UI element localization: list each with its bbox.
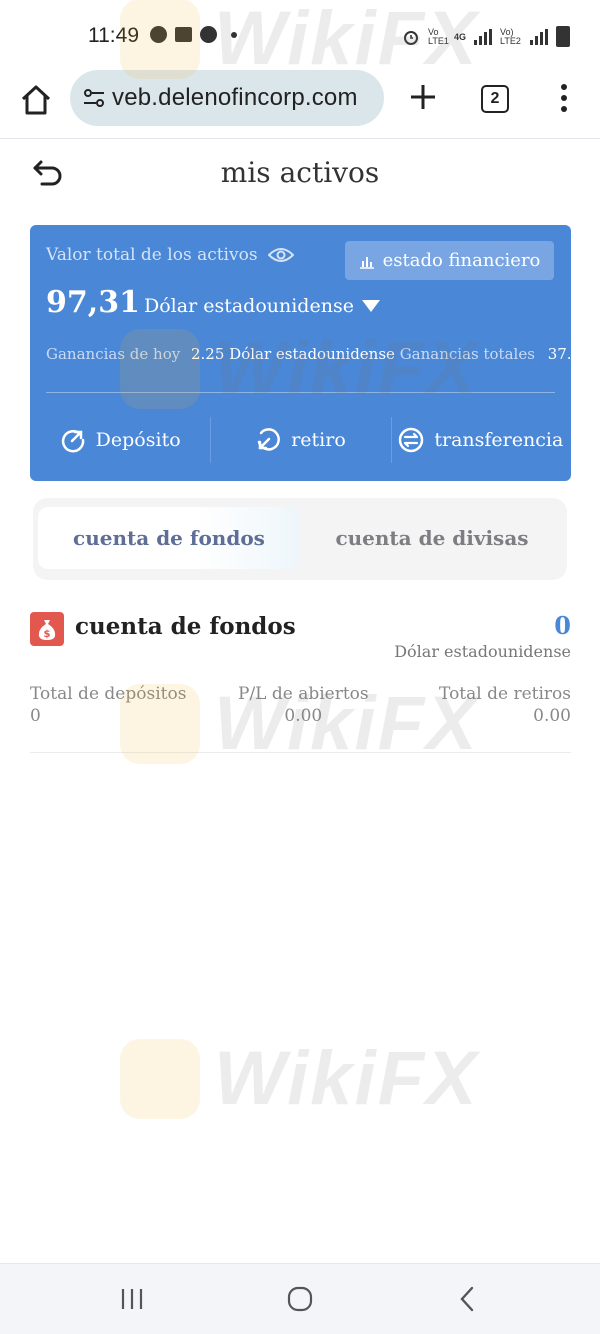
eye-icon[interactable] xyxy=(267,246,294,264)
tab-switcher-button[interactable]: 2 xyxy=(481,85,509,113)
open-pl-stat: P/L de abiertos 0.00 xyxy=(238,684,369,726)
today-gain-label: Ganancias de hoy xyxy=(46,345,181,363)
funds-account-value: 0 xyxy=(554,611,571,640)
stat-label: Total de retiros xyxy=(439,684,571,704)
gains-row: Ganancias de hoy 2.25 Dólar estadouniden… xyxy=(46,345,571,363)
signal-icon xyxy=(530,28,548,45)
watermark-logo xyxy=(120,1038,200,1119)
status-time: 11:49 xyxy=(88,24,139,47)
page-header: mis activos xyxy=(0,140,600,204)
volte-lte1-icon: Vo LTE1 xyxy=(427,26,449,46)
transfer-button[interactable]: transferencia xyxy=(390,415,571,465)
stat-label: Total de depósitos xyxy=(30,684,187,704)
watermark-text: WikiFX xyxy=(214,1036,479,1121)
address-bar[interactable]: veb.delenofincorp.com xyxy=(70,70,384,126)
watermark: WikiFX xyxy=(120,1035,479,1122)
caret-down-icon xyxy=(361,300,380,312)
system-icons: Vo LTE1 4G Vo) LTE2 xyxy=(402,26,570,47)
alarm-icon xyxy=(403,30,418,45)
chrome-icon xyxy=(150,26,167,43)
more-vert-icon[interactable] xyxy=(556,82,572,114)
more-notifications-icon xyxy=(231,31,237,38)
money-bag-icon: $ xyxy=(30,612,64,646)
stat-value: 0 xyxy=(30,706,41,726)
total-assets-label: Valor total de los activos xyxy=(46,245,258,265)
image-icon xyxy=(175,27,192,42)
svg-text:$: $ xyxy=(44,629,51,640)
withdraw-button[interactable]: retiro xyxy=(210,415,390,465)
chrome-icon xyxy=(200,26,217,43)
financial-statement-button[interactable]: estado financiero xyxy=(345,241,554,280)
4g-icon: 4G xyxy=(453,31,466,42)
stat-value: 0.00 xyxy=(284,706,323,726)
deposit-label: Depósito xyxy=(95,429,181,451)
signal-icon xyxy=(474,28,492,45)
total-gain-value: 37.31 xyxy=(547,345,571,363)
deposit-icon xyxy=(61,429,84,453)
transfer-icon xyxy=(399,427,424,453)
account-tabs: cuenta de fondos cuenta de divisas xyxy=(33,498,567,580)
status-bar: 11:49 Vo LTE1 4G Vo) LTE2 xyxy=(0,0,600,70)
withdraw-icon xyxy=(257,428,281,451)
notification-icons xyxy=(150,26,237,43)
today-gain-value: 2.25 Dólar estadounidense xyxy=(191,345,395,363)
card-divider xyxy=(46,392,555,393)
home-icon[interactable] xyxy=(18,82,54,118)
total-gain-label: Ganancias totales xyxy=(399,345,535,363)
system-navigation-bar xyxy=(0,1263,600,1334)
stat-label: P/L de abiertos xyxy=(238,684,369,704)
stat-value: 0.00 xyxy=(533,706,571,726)
financial-statement-label: estado financiero xyxy=(382,250,541,271)
total-deposits-stat: Total de depósitos 0 xyxy=(30,684,186,726)
action-row: Depósito retiro transferencia xyxy=(30,415,571,465)
funds-account-currency: Dólar estadounidense xyxy=(394,642,571,661)
tune-icon[interactable] xyxy=(82,86,106,110)
asset-summary-card: Valor total de los activos estado financ… xyxy=(30,225,571,481)
home-circle-icon[interactable] xyxy=(285,1284,315,1314)
tab-currency-account[interactable]: cuenta de divisas xyxy=(301,507,563,569)
recents-icon[interactable] xyxy=(117,1284,147,1314)
url-text[interactable]: veb.delenofincorp.com xyxy=(112,84,358,112)
back-chevron-icon[interactable] xyxy=(453,1284,483,1314)
funds-account-title: cuenta de fondos xyxy=(75,613,296,640)
plus-icon[interactable] xyxy=(408,82,438,112)
currency-selector[interactable]: Dólar estadounidense xyxy=(144,295,380,317)
section-divider xyxy=(30,752,571,753)
bar-chart-icon xyxy=(359,256,374,269)
browser-toolbar: veb.delenofincorp.com 2 xyxy=(0,70,600,139)
volte-lte2-icon: Vo) LTE2 xyxy=(500,26,521,46)
deposit-button[interactable]: Depósito xyxy=(30,415,210,465)
tab-funds-account[interactable]: cuenta de fondos xyxy=(38,507,300,569)
total-assets-amount: 97,31 xyxy=(46,285,140,320)
page-title: mis activos xyxy=(220,156,380,189)
transfer-label: transferencia xyxy=(434,429,564,451)
currency-label: Dólar estadounidense xyxy=(144,295,354,317)
battery-icon xyxy=(556,26,570,47)
total-assets-label-group: Valor total de los activos xyxy=(46,245,294,265)
total-withdrawals-stat: Total de retiros 0.00 xyxy=(439,684,571,726)
withdraw-label: retiro xyxy=(291,429,346,451)
